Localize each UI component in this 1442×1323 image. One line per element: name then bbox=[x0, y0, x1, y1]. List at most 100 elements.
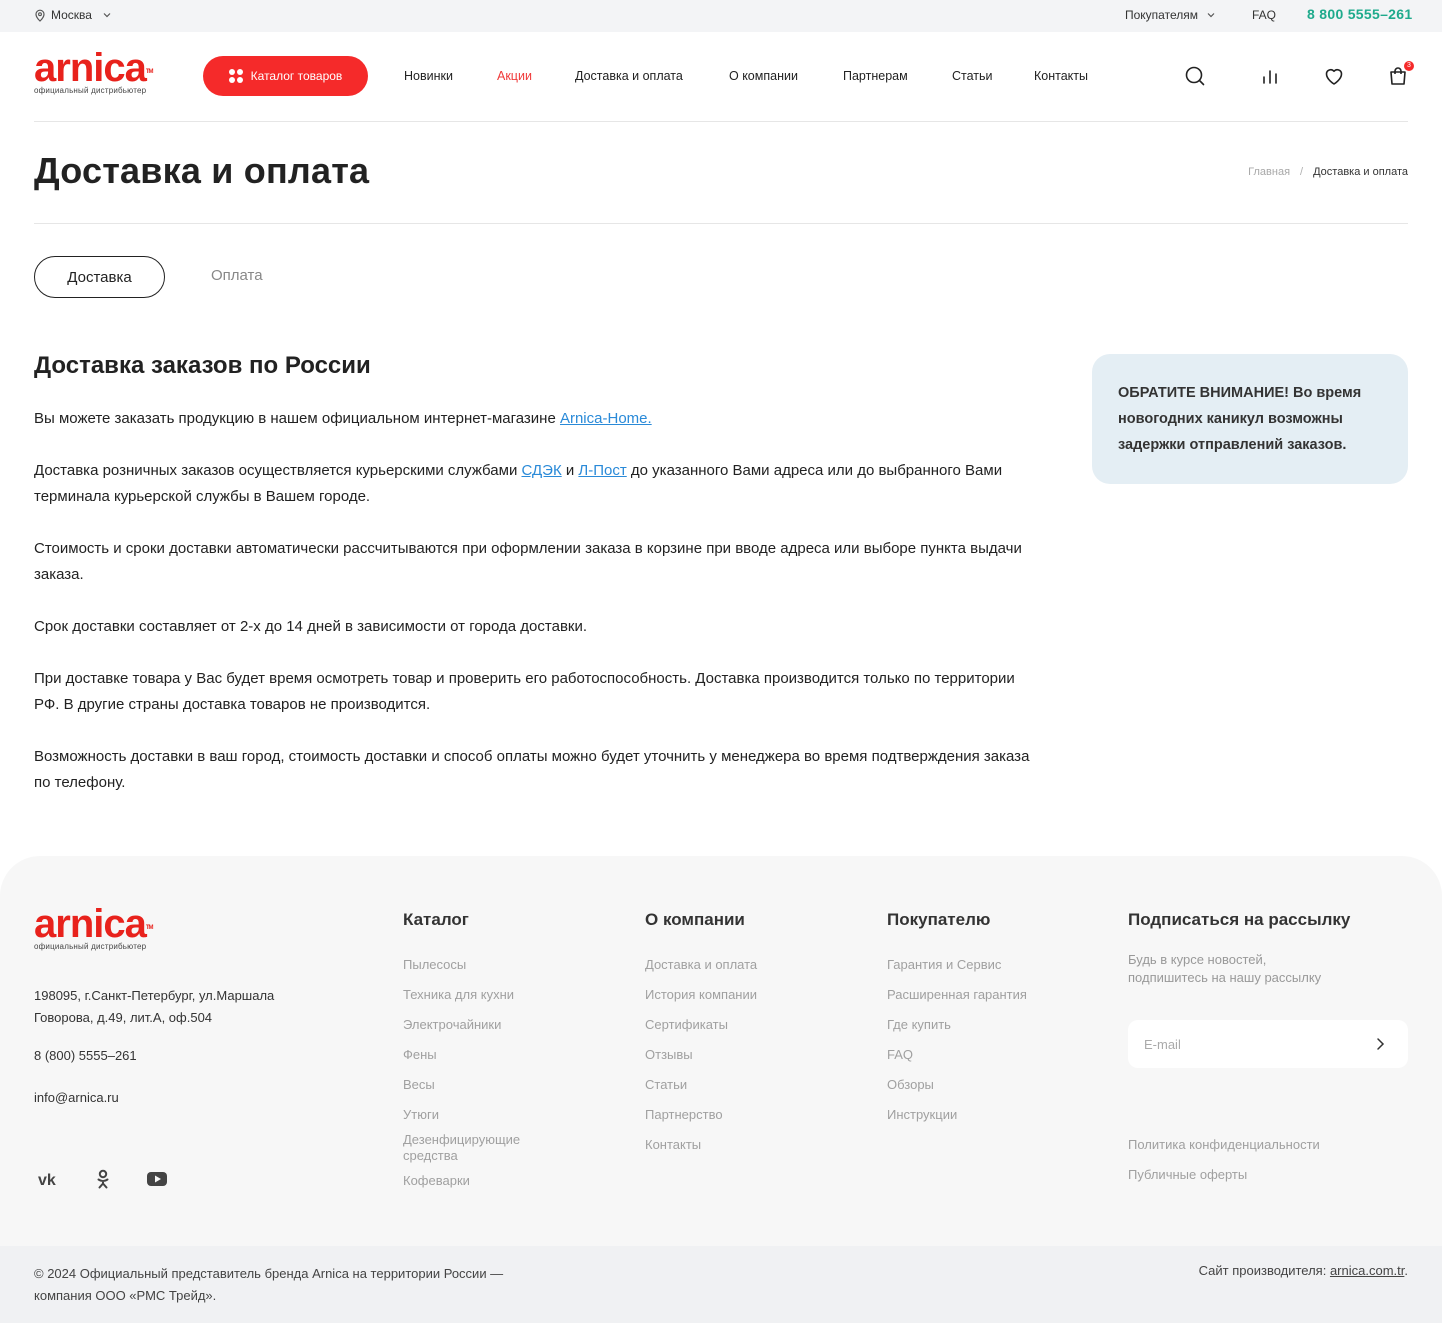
paragraph-text: и bbox=[561, 462, 579, 479]
breadcrumb-home[interactable]: Главная bbox=[1248, 166, 1290, 178]
footer-link[interactable]: FAQ bbox=[887, 1047, 913, 1063]
paragraph: Вы можете заказать продукцию в нашем офи… bbox=[34, 406, 1044, 432]
footer-link[interactable]: Обзоры bbox=[887, 1077, 934, 1093]
subscribe-text-line: Будь в курсе новостей, bbox=[1128, 952, 1267, 967]
paragraph-text: Вы можете заказать продукцию в нашем офи… bbox=[34, 410, 560, 427]
buyers-label: Покупателям bbox=[1125, 8, 1198, 22]
location-pin-icon bbox=[35, 9, 45, 22]
email-input[interactable] bbox=[1144, 1034, 1364, 1054]
footer-address: 198095, г.Санкт-Петербург, ул.Маршала Го… bbox=[34, 985, 274, 1029]
nav-articles[interactable]: Статьи bbox=[952, 69, 993, 83]
compare-icon[interactable] bbox=[1258, 64, 1282, 88]
address-line: Говорова, д.49, лит.А, оф.504 bbox=[34, 1010, 213, 1025]
paragraph: Возможность доставки в ваш город, стоимо… bbox=[34, 748, 1030, 791]
footer-link[interactable]: Доставка и оплата bbox=[645, 957, 757, 973]
footer-link[interactable]: Расширенная гарантия bbox=[887, 987, 1027, 1003]
chevron-down-icon bbox=[103, 13, 111, 18]
privacy-policy-link[interactable]: Политика конфиденциальности bbox=[1128, 1137, 1320, 1153]
search-icon[interactable] bbox=[1183, 64, 1207, 88]
logo-subtitle: официальный дистрибьютер bbox=[34, 86, 147, 95]
paragraph: При доставке товара у Вас будет время ос… bbox=[34, 670, 1015, 713]
manufacturer-site: Сайт производителя: arnica.com.tr. bbox=[1199, 1263, 1408, 1278]
footer-link[interactable]: Электрочайники bbox=[403, 1017, 501, 1033]
footer-company-title: О компании bbox=[645, 910, 745, 929]
footer-link[interactable]: Весы bbox=[403, 1077, 435, 1093]
paragraph: Доставка розничных заказов осуществляетс… bbox=[34, 458, 1044, 510]
paragraph: Стоимость и сроки доставки автоматически… bbox=[34, 540, 1022, 583]
cdek-link[interactable]: СДЭК bbox=[522, 462, 562, 479]
manufacturer-link[interactable]: arnica.com.tr bbox=[1330, 1263, 1404, 1278]
nav-delivery[interactable]: Доставка и оплата bbox=[575, 69, 683, 83]
header-divider bbox=[34, 121, 1408, 122]
footer-subscribe-title: Подписаться на рассылку bbox=[1128, 910, 1351, 929]
footer-link[interactable]: Фены bbox=[403, 1047, 437, 1063]
footer-link[interactable]: Партнерство bbox=[645, 1107, 723, 1123]
logo-tm: TM bbox=[145, 69, 154, 75]
cart-icon[interactable]: 3 bbox=[1386, 61, 1414, 88]
logo-wordmark: arnica bbox=[34, 46, 147, 90]
footer-link[interactable]: История компании bbox=[645, 987, 757, 1003]
tab-delivery[interactable]: Доставка bbox=[34, 256, 165, 298]
nav-contacts[interactable]: Контакты bbox=[1034, 69, 1088, 83]
svg-text:vk: vk bbox=[38, 1172, 56, 1189]
catalog-button-label: Каталог товаров bbox=[250, 69, 343, 83]
copyright: © 2024 Официальный представитель бренда … bbox=[34, 1266, 504, 1303]
breadcrumb-current: Доставка и оплата bbox=[1313, 166, 1408, 178]
notice-box: ОБРАТИТЕ ВНИМАНИЕ! Во время новогодних к… bbox=[1092, 354, 1408, 484]
manufacturer-label: Сайт производителя: bbox=[1198, 1263, 1330, 1278]
buyers-menu[interactable]: Покупателям bbox=[1125, 8, 1216, 22]
chevron-right-icon[interactable] bbox=[1370, 1034, 1390, 1054]
l-post-link[interactable]: Л-Пост bbox=[578, 462, 626, 479]
footer-link[interactable]: Кофеварки bbox=[403, 1173, 470, 1189]
footer-phone[interactable]: 8 (800) 5555–261 bbox=[34, 1048, 137, 1063]
footer-link[interactable]: Утюги bbox=[403, 1107, 439, 1123]
logo-wordmark: arnica bbox=[34, 902, 147, 946]
top-bar: Москва Покупателям FAQ 8 800 5555–261 bbox=[0, 0, 1442, 32]
city-label: Москва bbox=[51, 8, 92, 22]
footer-link[interactable]: Инструкции bbox=[887, 1107, 957, 1123]
nav-sales[interactable]: Акции bbox=[497, 69, 532, 83]
arnica-home-link[interactable]: Arnica-Home. bbox=[560, 410, 652, 427]
logo-tm: TM bbox=[145, 925, 154, 931]
delivery-content: Вы можете заказать продукцию в нашем офи… bbox=[34, 406, 1044, 822]
heart-icon[interactable] bbox=[1322, 64, 1346, 88]
grid-dots-icon bbox=[228, 69, 243, 83]
tab-payment[interactable]: Оплата bbox=[211, 267, 263, 284]
city-selector[interactable]: Москва bbox=[34, 8, 113, 22]
phone-link[interactable]: 8 800 5555–261 bbox=[1307, 6, 1412, 22]
address-line: 198095, г.Санкт-Петербург, ул.Маршала bbox=[34, 988, 275, 1003]
footer-link[interactable]: Отзывы bbox=[645, 1047, 693, 1063]
footer-email[interactable]: info@arnica.ru bbox=[34, 1090, 119, 1105]
subscribe-description: Будь в курсе новостей, подпишитесь на на… bbox=[1128, 951, 1321, 987]
breadcrumb: Главная / Доставка и оплата bbox=[1248, 166, 1408, 178]
footer-logo[interactable]: arnicaTM официальный дистрибьютер bbox=[34, 904, 154, 952]
public-offer-link[interactable]: Публичные оферты bbox=[1128, 1167, 1247, 1183]
footer-link[interactable]: Контакты bbox=[645, 1137, 701, 1153]
footer-link[interactable]: Статьи bbox=[645, 1077, 687, 1093]
vk-icon[interactable]: vk bbox=[37, 1168, 61, 1190]
page-title: Доставка и оплата bbox=[34, 150, 370, 191]
faq-link[interactable]: FAQ bbox=[1252, 8, 1276, 22]
nav-company[interactable]: О компании bbox=[729, 69, 798, 83]
logo[interactable]: arnicaTM официальный дистрибьютер bbox=[34, 48, 154, 96]
footer-link[interactable]: Гарантия и Сервис bbox=[887, 957, 1001, 973]
title-divider bbox=[34, 223, 1408, 224]
footer-link[interactable]: Дезенфицирующие средства bbox=[403, 1132, 553, 1164]
paragraph-text: Доставка розничных заказов осуществляетс… bbox=[34, 462, 522, 479]
subscribe-text-line: подпишитесь на нашу рассылку bbox=[1128, 970, 1322, 985]
footer-link[interactable]: Где купить bbox=[887, 1017, 951, 1033]
footer-buyer-title: Покупателю bbox=[887, 910, 991, 929]
section-title: Доставка заказов по России bbox=[34, 352, 371, 379]
nav-new[interactable]: Новинки bbox=[404, 69, 453, 83]
footer-link[interactable]: Сертификаты bbox=[645, 1017, 728, 1033]
catalog-button[interactable]: Каталог товаров bbox=[203, 56, 368, 96]
nav-partners[interactable]: Партнерам bbox=[843, 69, 908, 83]
chevron-down-icon bbox=[1207, 13, 1215, 18]
footer-catalog-title: Каталог bbox=[403, 910, 469, 929]
breadcrumb-separator: / bbox=[1300, 166, 1304, 178]
youtube-icon[interactable] bbox=[145, 1168, 169, 1190]
footer-link[interactable]: Техника для кухни bbox=[403, 987, 514, 1003]
footer-link[interactable]: Пылесосы bbox=[403, 957, 466, 973]
odnoklassniki-icon[interactable] bbox=[91, 1168, 115, 1190]
cart-count-badge: 3 bbox=[1404, 61, 1414, 71]
